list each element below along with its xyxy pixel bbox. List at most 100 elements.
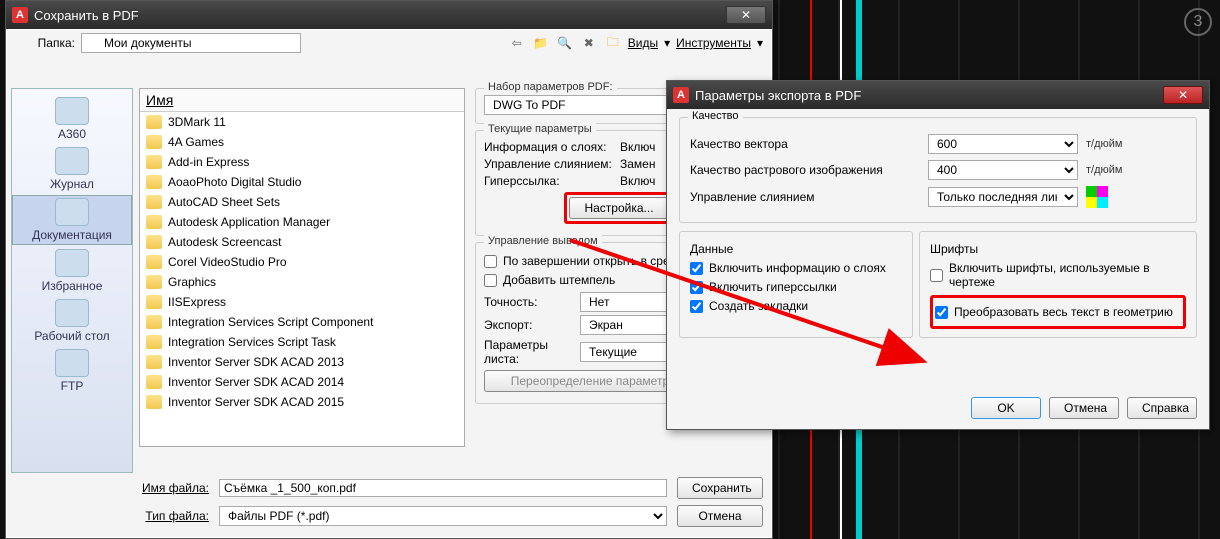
sidebar-item-2[interactable]: Документация: [12, 195, 132, 245]
hyperlink-label: Гиперссылка:: [484, 174, 614, 188]
save-pdf-dialog: A Сохранить в PDF ✕ Папка: ⇦ 📁 🔍 ✖ 🗀 Вид…: [5, 0, 773, 539]
file-name: AutoCAD Sheet Sets: [168, 195, 280, 209]
export-dialog-title: Параметры экспорта в PDF: [695, 88, 1163, 103]
include-fonts-label: Включить шрифты, используемые в чертеже: [949, 261, 1186, 289]
sidebar-item-5[interactable]: FTP: [12, 347, 132, 395]
export-params-dialog: A Параметры экспорта в PDF ✕ Качество Ка…: [666, 80, 1210, 430]
convert-text-checkbox[interactable]: Преобразовать весь текст в геометрию: [935, 305, 1181, 319]
cancel-button[interactable]: Отмена: [1049, 397, 1119, 419]
include-layers-label: Включить информацию о слоях: [709, 261, 886, 275]
settings-button[interactable]: Настройка...: [569, 197, 668, 219]
raster-quality-select[interactable]: 400: [928, 160, 1078, 180]
export-dialog-titlebar[interactable]: A Параметры экспорта в PDF ✕: [667, 81, 1209, 109]
sidebar-item-3[interactable]: Избранное: [12, 247, 132, 295]
folder-icon: [146, 155, 162, 169]
places-sidebar: A360 ЖурналДокументацияИзбранное Рабочий с…: [11, 88, 133, 473]
close-button[interactable]: ✕: [1163, 86, 1203, 104]
file-name: 3DMark 11: [168, 115, 226, 129]
folder-icon: [146, 375, 162, 389]
file-row[interactable]: IISExpress: [140, 292, 464, 312]
folder-icon: [146, 255, 162, 269]
sidebar-item-1[interactable]: Журнал: [12, 145, 132, 193]
save-button[interactable]: Сохранить: [677, 477, 763, 499]
file-row[interactable]: Add-in Express: [140, 152, 464, 172]
open-after-label: По завершении открыть в сред: [503, 254, 676, 268]
folder-toolbar: Папка: ⇦ 📁 🔍 ✖ 🗀 Виды ▾ Инструменты ▾: [7, 30, 771, 56]
folder-icon: [146, 115, 162, 129]
help-button[interactable]: Справка: [1127, 397, 1197, 419]
filetype-label: Тип файла:: [139, 509, 209, 523]
file-row[interactable]: Autodesk Screencast: [140, 232, 464, 252]
views-menu[interactable]: Виды: [628, 36, 658, 50]
file-row[interactable]: Integration Services Script Component: [140, 312, 464, 332]
file-row[interactable]: AoaoPhoto Digital Studio: [140, 172, 464, 192]
merge-icon: [1086, 186, 1108, 208]
file-row[interactable]: Inventor Server SDK ACAD 2013: [140, 352, 464, 372]
sidebar-item-4[interactable]: Рабочий стол: [12, 297, 132, 345]
ok-button[interactable]: OK: [971, 397, 1041, 419]
raster-quality-label: Качество растрового изображения: [690, 163, 920, 177]
tools-dropdown-icon[interactable]: ▾: [757, 36, 763, 50]
filename-input[interactable]: [219, 479, 667, 497]
file-row[interactable]: 3DMark 11: [140, 112, 464, 132]
file-name: AoaoPhoto Digital Studio: [168, 175, 301, 189]
folder-icon: [146, 175, 162, 189]
file-row[interactable]: 4A Games: [140, 132, 464, 152]
file-name: Integration Services Script Task: [168, 335, 336, 349]
sidebar-label: Рабочий стол: [12, 329, 132, 343]
data-label: Данные: [690, 242, 733, 256]
folder-icon: [146, 215, 162, 229]
close-button[interactable]: ✕: [726, 6, 766, 24]
file-row[interactable]: Autodesk Application Manager: [140, 212, 464, 232]
views-dropdown-icon[interactable]: ▾: [664, 36, 670, 50]
sidebar-icon: [55, 349, 89, 377]
precision-label: Точность:: [484, 295, 574, 309]
file-list[interactable]: Имя 3DMark 11 4A GamesAdd-in Express AoaoP…: [139, 88, 465, 447]
include-hyperlinks-label: Включить гиперссылки: [709, 280, 837, 294]
merge-control-select[interactable]: Только последняя линия: [928, 187, 1078, 207]
file-row[interactable]: Integration Services Script Task: [140, 332, 464, 352]
filename-label: Имя файла:: [139, 481, 209, 495]
sidebar-item-0[interactable]: A360: [12, 95, 132, 143]
folder-combo[interactable]: [81, 33, 301, 53]
up-folder-icon[interactable]: 📁: [532, 34, 550, 52]
create-bookmarks-checkbox[interactable]: Создать закладки: [690, 299, 902, 313]
delete-icon[interactable]: ✖: [580, 34, 598, 52]
file-row[interactable]: Corel VideoStudio Pro: [140, 252, 464, 272]
fonts-label: Шрифты: [930, 242, 978, 256]
file-row[interactable]: Inventor Server SDK ACAD 2015: [140, 392, 464, 412]
sidebar-icon: [55, 198, 89, 226]
save-dialog-title: Сохранить в PDF: [34, 8, 726, 23]
vector-quality-label: Качество вектора: [690, 137, 920, 151]
new-folder-icon[interactable]: 🗀: [604, 34, 622, 52]
quality-group: Качество Качество вектора 600 т/дюйм Кач…: [679, 117, 1197, 223]
file-name: Inventor Server SDK ACAD 2015: [168, 395, 344, 409]
filetype-select[interactable]: Файлы PDF (*.pdf): [219, 506, 667, 526]
file-list-header[interactable]: Имя: [140, 89, 464, 112]
sidebar-icon: [55, 147, 89, 175]
export-label: Экспорт:: [484, 318, 574, 332]
file-row[interactable]: AutoCAD Sheet Sets: [140, 192, 464, 212]
search-icon[interactable]: 🔍: [556, 34, 574, 52]
vector-quality-select[interactable]: 600: [928, 134, 1078, 154]
file-name: IISExpress: [168, 295, 226, 309]
save-dialog-titlebar[interactable]: A Сохранить в PDF ✕: [6, 1, 772, 29]
file-row[interactable]: Inventor Server SDK ACAD 2014: [140, 372, 464, 392]
convert-text-label: Преобразовать весь текст в геометрию: [954, 305, 1173, 319]
sidebar-icon: [55, 97, 89, 125]
add-stamp-label: Добавить штемпель: [503, 273, 615, 287]
include-fonts-checkbox[interactable]: Включить шрифты, используемые в чертеже: [930, 261, 1186, 289]
sidebar-label: A360: [12, 127, 132, 141]
back-icon[interactable]: ⇦: [508, 34, 526, 52]
include-layers-checkbox[interactable]: Включить информацию о слоях: [690, 261, 902, 275]
app-icon: A: [673, 87, 689, 103]
raster-unit: т/дюйм: [1086, 164, 1136, 176]
sidebar-label: FTP: [12, 379, 132, 393]
cancel-button[interactable]: Отмена: [677, 505, 763, 527]
viewport-badge: 3: [1184, 8, 1212, 36]
file-row[interactable]: Graphics: [140, 272, 464, 292]
merge-value: Замен: [620, 157, 655, 171]
folder-icon: [146, 295, 162, 309]
tools-menu[interactable]: Инструменты: [676, 36, 751, 50]
include-hyperlinks-checkbox[interactable]: Включить гиперссылки: [690, 280, 902, 294]
